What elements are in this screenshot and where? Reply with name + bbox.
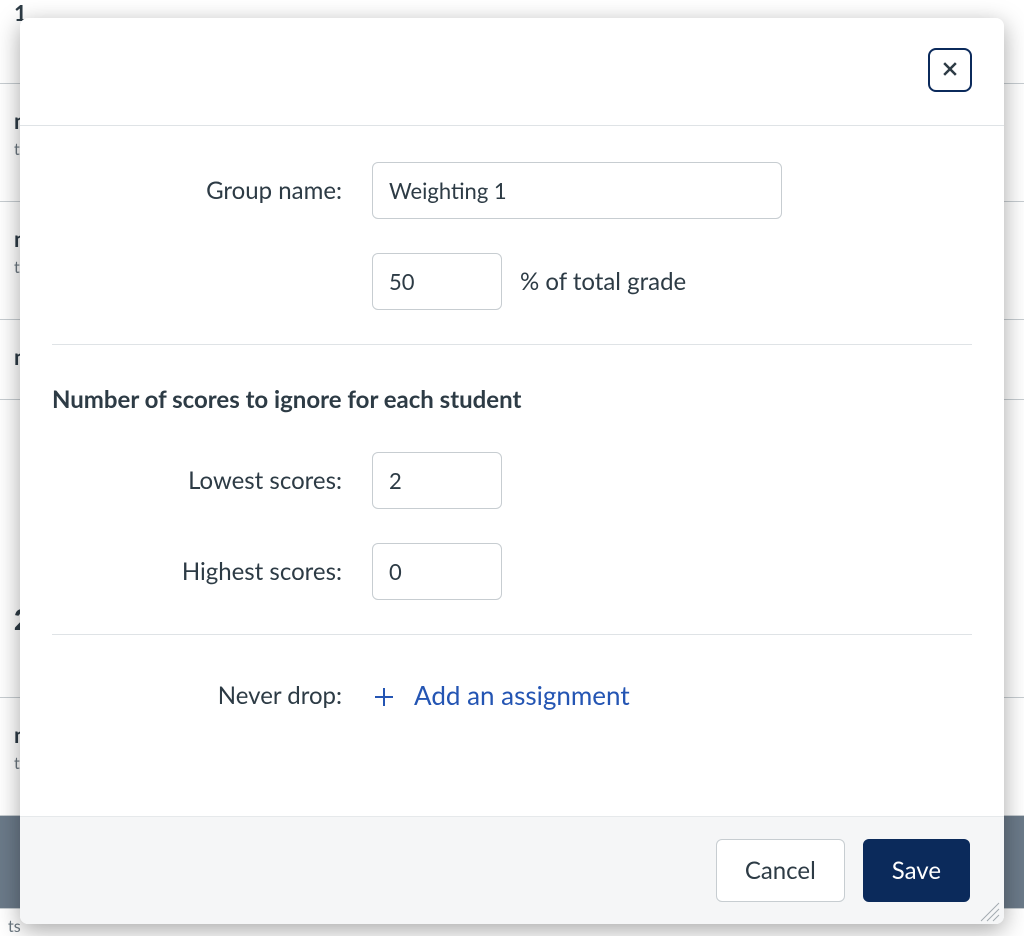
percent-row: % of total grade bbox=[52, 253, 972, 310]
close-button[interactable] bbox=[928, 48, 972, 92]
never-drop-row: Never drop: Add an assignment bbox=[52, 675, 972, 715]
cancel-button[interactable]: Cancel bbox=[716, 839, 845, 902]
edit-group-dialog: Group name: % of total grade Number of s… bbox=[20, 18, 1004, 924]
highest-scores-label: Highest scores: bbox=[182, 557, 342, 586]
dialog-body: Group name: % of total grade Number of s… bbox=[20, 126, 1004, 816]
lowest-scores-input[interactable] bbox=[372, 452, 502, 509]
ignore-scores-heading: Number of scores to ignore for each stud… bbox=[52, 385, 972, 414]
percent-suffix-label: % of total grade bbox=[520, 267, 686, 296]
section-divider-2 bbox=[52, 634, 972, 635]
lowest-scores-row: Lowest scores: bbox=[52, 452, 972, 509]
dialog-footer: Cancel Save bbox=[20, 816, 1004, 924]
add-assignment-label: Add an assignment bbox=[414, 679, 630, 711]
dialog-header bbox=[20, 18, 1004, 126]
save-button[interactable]: Save bbox=[863, 839, 970, 902]
group-name-label: Group name: bbox=[206, 176, 342, 205]
never-drop-label: Never drop: bbox=[218, 681, 342, 710]
highest-scores-row: Highest scores: bbox=[52, 543, 972, 600]
lowest-scores-label: Lowest scores: bbox=[188, 466, 342, 495]
section-divider bbox=[52, 344, 972, 345]
bg-foot-text: ts bbox=[8, 917, 21, 936]
group-name-input[interactable] bbox=[372, 162, 782, 219]
add-assignment-button[interactable]: Add an assignment bbox=[372, 675, 630, 715]
close-icon bbox=[940, 59, 960, 82]
percent-of-total-input[interactable] bbox=[372, 253, 502, 310]
group-name-row: Group name: bbox=[52, 162, 972, 219]
highest-scores-input[interactable] bbox=[372, 543, 502, 600]
plus-icon bbox=[372, 683, 396, 707]
resize-handle-icon[interactable] bbox=[978, 900, 1000, 922]
